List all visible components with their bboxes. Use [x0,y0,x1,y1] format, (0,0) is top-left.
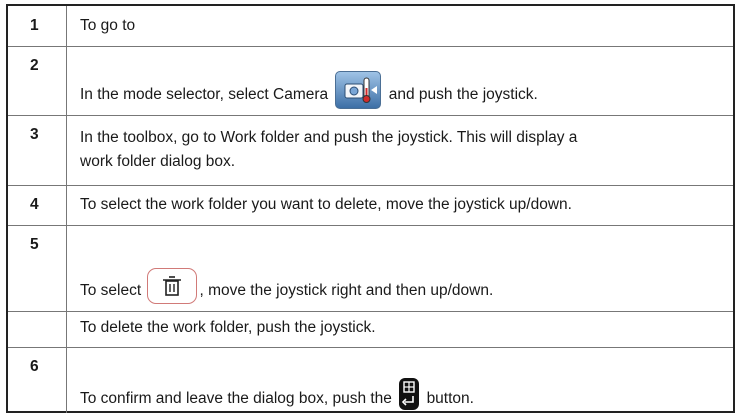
step-text-before: To confirm and leave the dialog box, pus… [80,390,392,407]
step-number: 1 [30,17,39,34]
step-number: 6 [30,358,39,375]
step-number: 3 [30,126,39,143]
step-text-before: In the mode selector, select [80,86,269,103]
step-text-before: In the toolbox, go to [80,129,217,146]
step-number: 4 [30,196,39,213]
step-text-after: and push the joystick. This will display… [303,129,578,146]
step-text-after: , move the joystick right and then up/do… [199,282,494,299]
step-text-bold: Camera [273,86,329,103]
table-row: 5 To select , move the joystick right an… [8,225,733,312]
step-text: To delete the work folder, push the joys… [80,319,723,337]
joystick-button-icon [398,377,420,411]
table-row: 2 In the mode selector, select Camera an… [8,46,733,116]
step-number-cell: 3 [8,115,67,185]
step-text-content: To go to [80,17,136,34]
step-number-cell: 6 [8,347,67,413]
step-text: In the toolbox, go to Work folder and pu… [80,126,723,174]
step-number: 5 [30,236,39,253]
step-number-cell [8,311,67,347]
step-number-cell: 4 [8,185,67,225]
step-number: 2 [30,57,39,74]
step-text-content: To delete the work folder, push the joys… [80,319,376,336]
step-text-line2: work folder dialog box. [80,153,236,170]
step-number-cell: 2 [8,46,67,115]
step-text: To select , move the joystick right and … [80,268,723,304]
step-text-after: and push the joystick. [388,86,538,103]
step-text-before: To select [80,282,142,299]
step-text: To go to [80,17,723,35]
step-text-after: button. [426,390,474,407]
table-row: To delete the work folder, push the joys… [8,311,733,348]
table-row: 3 In the toolbox, go to Work folder and … [8,115,733,186]
step-text: In the mode selector, select Camera and … [80,71,723,109]
step-text-content: To select the work folder you want to de… [80,196,572,213]
step-number-cell: 1 [8,6,67,46]
table-row: 4 To select the work folder you want to … [8,185,733,226]
step-text: To select the work folder you want to de… [80,196,723,214]
step-text: To confirm and leave the dialog box, pus… [80,377,723,411]
table-row: 6 To confirm and leave the dialog box, p… [8,347,733,413]
camera-mode-icon [335,71,382,109]
step-number-cell: 5 [8,225,67,311]
step-text-bold: Work folder [220,129,300,146]
table-row: 1 To go to [8,6,733,47]
instruction-table: 1 To go to 2 In the mode selector, selec… [6,4,735,413]
trash-icon [147,268,198,304]
